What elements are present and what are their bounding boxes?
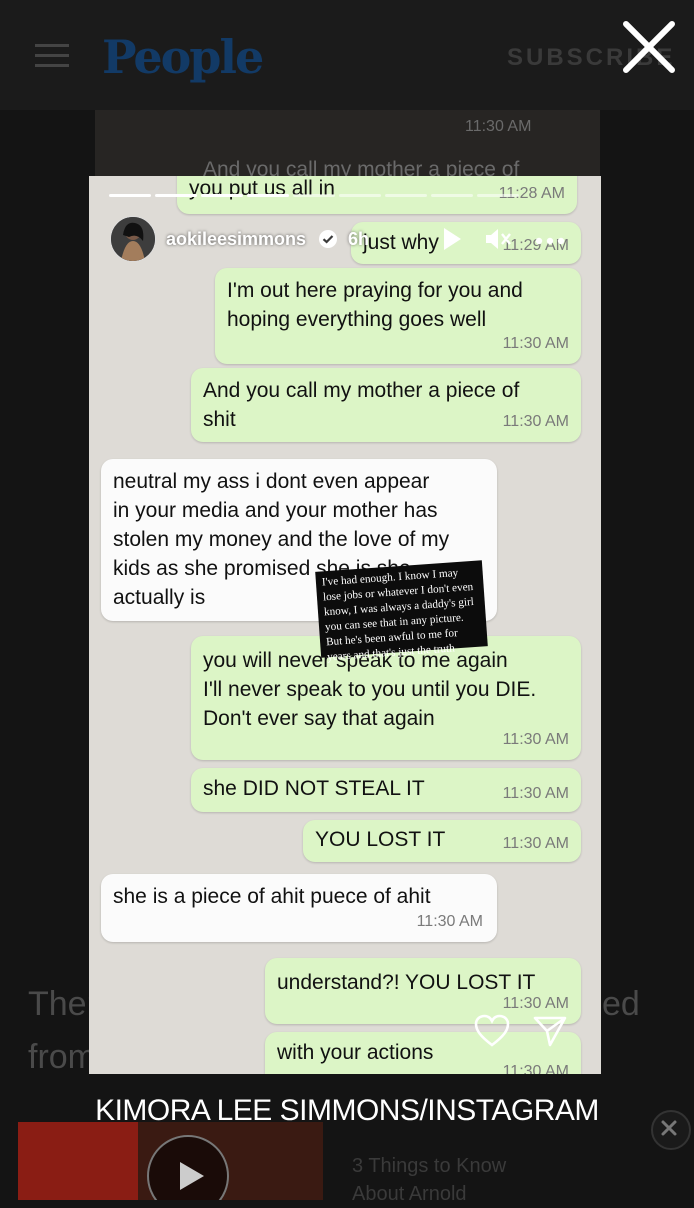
- message-text: with your actions: [277, 1041, 434, 1064]
- send-icon[interactable]: [532, 1014, 568, 1053]
- message-time: 11:30 AM: [502, 835, 569, 852]
- heart-icon[interactable]: [474, 1014, 510, 1053]
- image-top-strip: 11:30 AM And you call my mother a piece …: [95, 110, 600, 176]
- progress-segment: [247, 194, 289, 197]
- progress-segment: [201, 194, 243, 197]
- message-bubble: And you call my mother a piece of shit 1…: [191, 368, 581, 442]
- avatar[interactable]: [110, 216, 156, 262]
- progress-segment: [109, 194, 151, 197]
- menu-icon[interactable]: [35, 44, 69, 68]
- message-time: 11:30 AM: [502, 335, 569, 352]
- mute-icon[interactable]: [484, 226, 512, 257]
- message-bubble: I'm out here praying for you and hoping …: [215, 268, 581, 364]
- message-time: 11:30 AM: [416, 913, 483, 930]
- story-username[interactable]: aokileesimmons: [166, 229, 306, 250]
- ad-title-line: 3 Things to Know: [352, 1155, 507, 1177]
- ad-close-icon[interactable]: [651, 1110, 691, 1150]
- progress-segment: [293, 194, 335, 197]
- message-bubble: she is a piece of ahit puece of ahit 11:…: [101, 874, 497, 942]
- message-text: just why: [363, 231, 439, 254]
- ad-thumbnail[interactable]: [18, 1122, 323, 1200]
- message-text: understand?! YOU LOST IT: [277, 971, 536, 994]
- message-text: she DID NOT STEAL IT: [203, 777, 425, 800]
- more-icon[interactable]: [534, 233, 566, 251]
- progress-segment: [431, 194, 473, 197]
- progress-segment: [339, 194, 381, 197]
- message-time: 11:30 AM: [502, 1063, 569, 1074]
- message-text: And you call my mother a piece of shit: [203, 379, 520, 431]
- message-time: 11:30 AM: [502, 413, 569, 430]
- close-icon[interactable]: [620, 18, 678, 76]
- message-time: 11:30 AM: [465, 118, 532, 135]
- article-text-fragment: from: [28, 1038, 96, 1076]
- article-text-fragment: Ther: [28, 985, 98, 1023]
- story-age: 6h: [348, 229, 370, 249]
- progress-segment: [155, 194, 197, 197]
- story-progress: [109, 194, 519, 197]
- message-text: And you call my mother a piece of: [203, 158, 520, 176]
- verified-badge-icon: [318, 229, 338, 254]
- message-time: 11:30 AM: [502, 731, 569, 748]
- message-bubble: YOU LOST IT 11:30 AM: [303, 820, 581, 862]
- article-text-fragment: ed: [602, 985, 640, 1023]
- progress-segment: [477, 194, 519, 197]
- message-bubble: she DID NOT STEAL IT 11:30 AM: [191, 768, 581, 812]
- message-text: YOU LOST IT: [315, 828, 446, 851]
- message-text: I'm out here praying for you and hoping …: [227, 279, 523, 331]
- progress-segment: [385, 194, 427, 197]
- message-time: 11:30 AM: [502, 785, 569, 802]
- ad-title-line: About Arnold: [352, 1183, 467, 1205]
- play-icon[interactable]: [440, 226, 464, 257]
- site-logo[interactable]: People: [102, 30, 264, 84]
- story-text-overlay: I've had enough. I know I may lose jobs …: [315, 560, 488, 663]
- message-text: she is a piece of ahit puece of ahit: [113, 885, 431, 908]
- ad-play-icon[interactable]: [146, 1134, 230, 1200]
- message-text: you put us all in: [189, 177, 335, 200]
